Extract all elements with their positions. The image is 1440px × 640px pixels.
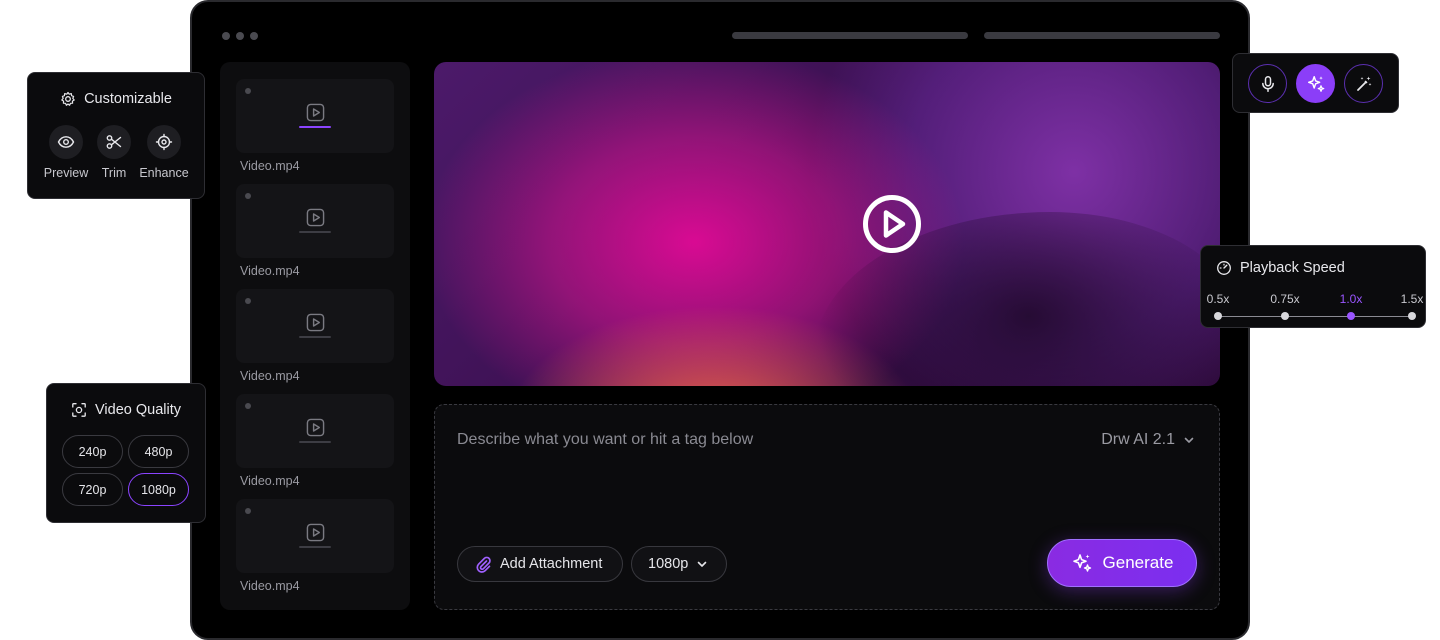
quality-480p-button[interactable]: 480p <box>128 435 189 468</box>
file-item[interactable]: Video.mp4 <box>236 394 394 488</box>
file-item[interactable]: Video.mp4 <box>236 79 394 173</box>
play-icon <box>306 103 325 122</box>
eye-icon <box>57 136 75 148</box>
speed-stop[interactable] <box>1408 312 1416 320</box>
card-title: Customizable <box>84 91 172 107</box>
speed-label[interactable]: 0.5x <box>1207 292 1230 306</box>
add-attachment-label: Add Attachment <box>500 556 603 572</box>
playback-speed-card: Playback Speed 0.5x 0.75x 1.0x 1.5x <box>1200 245 1426 328</box>
customizable-card: Customizable Preview Trim Enhance <box>27 72 205 199</box>
play-icon <box>306 418 325 437</box>
video-player[interactable] <box>434 62 1220 386</box>
magic-wand-icon <box>1356 76 1371 91</box>
progress-bar <box>299 441 331 443</box>
file-name: Video.mp4 <box>240 474 300 488</box>
microphone-icon <box>1261 75 1274 92</box>
speedometer-icon <box>1217 261 1231 275</box>
scissors-icon <box>106 135 122 149</box>
play-icon <box>306 208 325 227</box>
file-sidebar: Video.mp4 Video.mp4 Video.mp4 Video.mp4 … <box>220 62 410 610</box>
sparkles-icon <box>1072 554 1091 572</box>
app-window: Video.mp4 Video.mp4 Video.mp4 Video.mp4 … <box>190 0 1250 640</box>
crosshair-icon <box>155 133 173 151</box>
speed-label-selected[interactable]: 1.0x <box>1340 292 1363 306</box>
progress-bar <box>299 231 331 233</box>
chevron-down-icon <box>698 561 707 567</box>
microphone-button[interactable] <box>1248 64 1287 103</box>
quality-720p-button[interactable]: 720p <box>62 473 123 506</box>
quality-1080p-button[interactable]: 1080p <box>128 473 189 506</box>
action-buttons-card <box>1232 53 1399 113</box>
prompt-input[interactable]: Describe what you want or hit a tag belo… <box>457 431 753 449</box>
generate-button[interactable]: Generate <box>1047 539 1197 587</box>
trim-tool[interactable]: Trim <box>89 125 139 180</box>
tool-label: Preview <box>43 166 89 180</box>
video-thumbnail[interactable] <box>236 79 394 153</box>
speed-label[interactable]: 0.75x <box>1270 292 1299 306</box>
play-icon <box>306 313 325 332</box>
enhance-tool[interactable]: Enhance <box>139 125 189 180</box>
progress-bar <box>299 336 331 338</box>
prompt-box[interactable]: Describe what you want or hit a tag belo… <box>434 404 1220 610</box>
header-bar-2 <box>984 32 1220 39</box>
video-thumbnail[interactable] <box>236 289 394 363</box>
header-bar-1 <box>732 32 968 39</box>
file-item[interactable]: Video.mp4 <box>236 289 394 383</box>
file-name: Video.mp4 <box>240 159 300 173</box>
preview-tool[interactable]: Preview <box>41 125 91 180</box>
gear-icon <box>61 91 75 106</box>
file-name: Video.mp4 <box>240 369 300 383</box>
quality-240p-button[interactable]: 240p <box>62 435 123 468</box>
video-thumbnail[interactable] <box>236 184 394 258</box>
model-dropdown[interactable]: Drw AI 2.1 <box>1101 431 1195 449</box>
speed-slider-handle[interactable] <box>1347 312 1355 320</box>
card-title: Playback Speed <box>1240 260 1345 276</box>
chevron-down-icon <box>1184 437 1194 443</box>
tool-label: Enhance <box>139 166 189 180</box>
video-thumbnail[interactable] <box>236 499 394 573</box>
speed-label[interactable]: 1.5x <box>1401 292 1424 306</box>
magic-wand-button[interactable] <box>1344 64 1383 103</box>
focus-icon <box>72 403 86 417</box>
sparkles-icon <box>1307 75 1324 92</box>
paperclip-icon <box>476 556 491 573</box>
play-icon <box>306 523 325 542</box>
file-name: Video.mp4 <box>240 264 300 278</box>
window-dots <box>222 32 258 40</box>
progress-bar <box>299 546 331 548</box>
speed-stop[interactable] <box>1281 312 1289 320</box>
play-button-icon[interactable] <box>862 194 922 254</box>
tool-label: Trim <box>101 166 127 180</box>
video-quality-card: Video Quality 240p 480p 720p 1080p <box>46 383 206 523</box>
resolution-dropdown[interactable]: 1080p <box>631 546 727 582</box>
card-title: Video Quality <box>95 402 181 418</box>
ai-sparkle-button[interactable] <box>1296 64 1335 103</box>
file-item[interactable]: Video.mp4 <box>236 184 394 278</box>
file-item[interactable]: Video.mp4 <box>236 499 394 593</box>
add-attachment-button[interactable]: Add Attachment <box>457 546 623 582</box>
speed-track[interactable] <box>1218 316 1412 317</box>
generate-label: Generate <box>1102 553 1174 572</box>
progress-bar <box>299 126 331 128</box>
resolution-label: 1080p <box>648 556 689 572</box>
model-label: Drw AI 2.1 <box>1101 431 1175 448</box>
video-thumbnail[interactable] <box>236 394 394 468</box>
file-name: Video.mp4 <box>240 579 300 593</box>
speed-stop[interactable] <box>1214 312 1222 320</box>
